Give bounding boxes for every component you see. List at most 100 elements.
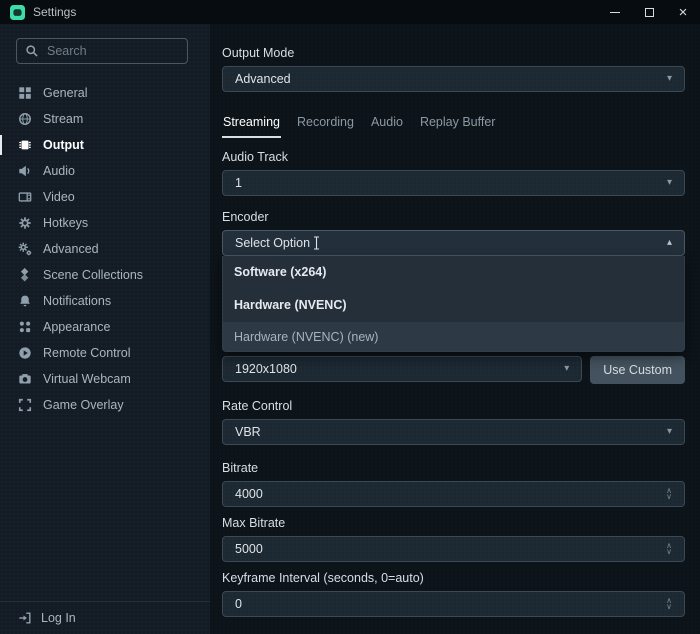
- output-mode-label: Output Mode: [222, 46, 685, 60]
- sidebar-item-audio[interactable]: Audio: [0, 158, 210, 184]
- tab-streaming[interactable]: Streaming: [222, 115, 281, 138]
- audio-track-select[interactable]: 1 ▾: [222, 170, 685, 196]
- bell-icon: [18, 294, 32, 308]
- sidebar-item-label: Audio: [43, 164, 75, 178]
- maximize-icon: [645, 8, 654, 17]
- chevron-down-icon: ▾: [667, 74, 672, 84]
- keyframe-interval-input[interactable]: [235, 597, 666, 611]
- chip-icon: [18, 138, 32, 152]
- audio-track-label: Audio Track: [222, 150, 685, 164]
- chevron-down-icon: ▾: [667, 178, 672, 188]
- rate-control-select[interactable]: VBR ▾: [222, 419, 685, 445]
- streamlabs-logo-icon: [10, 5, 25, 20]
- gear-icon: [18, 216, 32, 230]
- stepper-down-icon[interactable]: ∨: [666, 494, 672, 500]
- sidebar-item-label: Appearance: [43, 320, 110, 334]
- sidebar-item-label: Hotkeys: [43, 216, 88, 230]
- sidebar-item-notifications[interactable]: Notifications: [0, 288, 210, 314]
- max-bitrate-stepper[interactable]: ∧∨: [666, 543, 672, 555]
- bitrate-input-field: ∧∨: [222, 481, 685, 507]
- stepper-down-icon[interactable]: ∨: [666, 604, 672, 610]
- audio-track-value: 1: [235, 176, 242, 190]
- tab-audio[interactable]: Audio: [370, 115, 404, 138]
- sidebar-item-virtual-webcam[interactable]: Virtual Webcam: [0, 366, 210, 392]
- close-icon: ×: [679, 5, 688, 20]
- sidebar-item-label: Game Overlay: [43, 398, 124, 412]
- sidebar-item-output[interactable]: Output: [0, 132, 210, 158]
- sidebar-item-video[interactable]: Video: [0, 184, 210, 210]
- sidebar-menu: General Stream Output Audio Video: [0, 80, 210, 418]
- text-cursor-icon: [312, 236, 321, 250]
- play-circle-icon: [18, 346, 32, 360]
- sidebar-item-label: Scene Collections: [43, 268, 143, 282]
- use-custom-button[interactable]: Use Custom: [590, 356, 685, 384]
- encoder-label: Encoder: [222, 210, 685, 224]
- bitrate-input[interactable]: [235, 487, 666, 501]
- window-title: Settings: [33, 5, 76, 19]
- dots-icon: [18, 320, 32, 334]
- max-bitrate-input-field: ∧∨: [222, 536, 685, 562]
- bitrate-stepper[interactable]: ∧∨: [666, 488, 672, 500]
- close-button[interactable]: ×: [666, 0, 700, 24]
- keyframe-interval-input-field: ∧∨: [222, 591, 685, 617]
- sidebar-item-label: Notifications: [43, 294, 111, 308]
- output-mode-value: Advanced: [235, 72, 291, 86]
- sidebar-item-hotkeys[interactable]: Hotkeys: [0, 210, 210, 236]
- sidebar-item-label: Remote Control: [43, 346, 131, 360]
- encoder-options-panel: Software (x264) Hardware (NVENC) Hardwar…: [222, 256, 685, 352]
- video-icon: [18, 190, 32, 204]
- maximize-button[interactable]: [632, 0, 666, 24]
- globe-icon: [18, 112, 32, 126]
- encoder-option-hardware-nvenc-new[interactable]: Hardware (NVENC) (new): [223, 322, 684, 351]
- minimize-button[interactable]: [598, 0, 632, 24]
- resolution-select[interactable]: 1920x1080 ▾: [222, 356, 582, 382]
- output-tabs: Streaming Recording Audio Replay Buffer: [222, 115, 685, 138]
- chevron-down-icon: ▾: [667, 427, 672, 437]
- sidebar-item-game-overlay[interactable]: Game Overlay: [0, 392, 210, 418]
- resolution-value: 1920x1080: [235, 362, 297, 376]
- sidebar-item-appearance[interactable]: Appearance: [0, 314, 210, 340]
- grid-icon: [18, 86, 32, 100]
- gears-icon: [18, 242, 32, 256]
- rate-control-label: Rate Control: [222, 399, 685, 413]
- login-icon: [18, 611, 32, 625]
- bitrate-label: Bitrate: [222, 461, 685, 475]
- sidebar-item-label: Stream: [43, 112, 83, 126]
- sidebar-item-label: Output: [43, 138, 84, 152]
- search-input[interactable]: [47, 44, 179, 58]
- titlebar: Settings ×: [0, 0, 700, 24]
- stepper-down-icon[interactable]: ∨: [666, 549, 672, 555]
- chevron-down-icon: ▾: [564, 364, 569, 374]
- sidebar-item-advanced[interactable]: Advanced: [0, 236, 210, 262]
- sidebar-item-label: Virtual Webcam: [43, 372, 131, 386]
- tab-recording[interactable]: Recording: [296, 115, 355, 138]
- scenes-icon: [18, 268, 32, 282]
- output-mode-select[interactable]: Advanced ▾: [222, 66, 685, 92]
- sidebar-item-label: Video: [43, 190, 75, 204]
- minimize-icon: [610, 12, 620, 13]
- encoder-select[interactable]: Select Option ▴: [222, 230, 685, 256]
- tab-replay-buffer[interactable]: Replay Buffer: [419, 115, 497, 138]
- chevron-up-icon: ▴: [667, 238, 672, 248]
- sidebar-item-label: Advanced: [43, 242, 99, 256]
- output-settings-panel: Output Mode Advanced ▾ Streaming Recordi…: [210, 24, 700, 634]
- camera-icon: [18, 372, 32, 386]
- encoder-value: Select Option: [235, 236, 310, 250]
- sidebar-item-remote-control[interactable]: Remote Control: [0, 340, 210, 366]
- sidebar-item-stream[interactable]: Stream: [0, 106, 210, 132]
- sidebar-item-general[interactable]: General: [0, 80, 210, 106]
- expand-icon: [18, 398, 32, 412]
- encoder-option-software-x264[interactable]: Software (x264): [223, 256, 684, 289]
- settings-window: Settings × General Str: [0, 0, 700, 634]
- login-button[interactable]: Log In: [0, 601, 210, 634]
- encoder-option-hardware-nvenc[interactable]: Hardware (NVENC): [223, 289, 684, 323]
- rate-control-value: VBR: [235, 425, 261, 439]
- max-bitrate-input[interactable]: [235, 542, 666, 556]
- search-box[interactable]: [16, 38, 188, 64]
- login-label: Log In: [41, 611, 76, 625]
- speaker-icon: [18, 164, 32, 178]
- sidebar-item-scene-collections[interactable]: Scene Collections: [0, 262, 210, 288]
- max-bitrate-label: Max Bitrate: [222, 516, 685, 530]
- keyframe-interval-stepper[interactable]: ∧∨: [666, 598, 672, 610]
- sidebar-item-label: General: [43, 86, 87, 100]
